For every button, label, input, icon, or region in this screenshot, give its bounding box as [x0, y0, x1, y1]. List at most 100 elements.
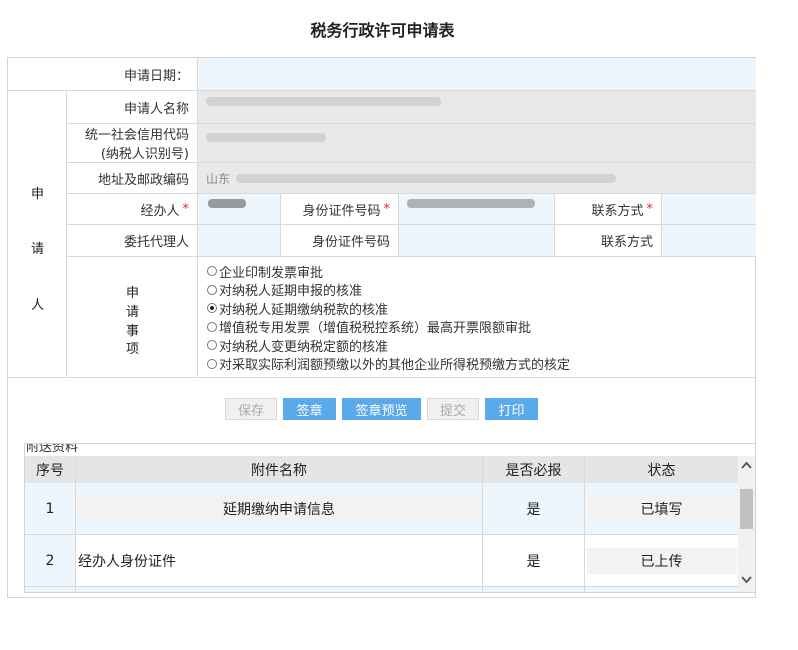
radio-button[interactable]	[207, 284, 217, 295]
radio-button[interactable]	[207, 321, 217, 332]
row-status: 已填写	[586, 495, 737, 522]
radio-option[interactable]: 对采取实际利润额预缴以外的其他企业所得税预缴方式的核定	[207, 355, 756, 374]
attachments-table-header: 序号 附件名称 是否必报 状态	[25, 456, 738, 483]
application-matter-options: 企业印制发票审批 对纳税人延期申报的核准 对纳税人延期缴纳税款的核准 增值税专用…	[198, 257, 756, 378]
radio-option-label: 对纳税人延期缴纳税款的核准	[219, 302, 389, 318]
submit-button[interactable]: 提交	[427, 398, 479, 420]
applicant-name-field[interactable]	[198, 91, 756, 124]
table-row[interactable]	[25, 587, 738, 592]
proxy-label: 委托代理人	[67, 225, 198, 257]
agent-contact-label: 联系方式 *	[555, 194, 662, 225]
table-row[interactable]: 1 延期缴纳申请信息 是 已填写	[25, 483, 738, 535]
radio-option[interactable]: 对纳税人延期申报的核准	[207, 281, 756, 300]
sign-button[interactable]: 签章	[283, 398, 336, 420]
redacted-value	[236, 173, 617, 183]
attachments-scrollbar[interactable]	[738, 456, 755, 592]
header-required: 是否必报	[483, 456, 585, 483]
attachments-title: 附送资料	[26, 443, 79, 455]
chevron-up-icon[interactable]	[738, 456, 755, 473]
radio-button[interactable]	[207, 340, 217, 351]
row-name[interactable]: 延期缴纳申请信息	[77, 495, 481, 522]
radio-button[interactable]	[207, 358, 217, 369]
matter-char-2: 请	[126, 305, 140, 320]
address-prefix: 山东	[206, 171, 231, 186]
radio-option-label: 增值税专用发票（增值税税控系统）最高开票限额审批	[219, 321, 532, 337]
agent-id-label: 身份证件号码 *	[281, 194, 399, 225]
row-required: 是	[483, 535, 585, 586]
table-row[interactable]: 2 经办人身份证件 是 已上传	[25, 535, 738, 587]
application-matter-label: 申 请 事 项	[67, 257, 198, 378]
row-status-cell: 已上传	[585, 535, 738, 586]
required-mark: *	[646, 201, 654, 217]
proxy-id-label-text: 身份证件号码	[311, 235, 390, 250]
applicant-name-label-text: 申请人名称	[123, 101, 189, 117]
header-name: 附件名称	[76, 456, 483, 483]
row-index	[25, 587, 76, 592]
address-label-text: 地址及邮政编码	[97, 172, 189, 188]
radio-option-label: 对纳税人变更纳税定额的核准	[219, 339, 389, 355]
proxy-id-field[interactable]	[399, 225, 555, 257]
save-button[interactable]: 保存	[225, 398, 277, 420]
proxy-field[interactable]	[198, 225, 281, 257]
action-bar: 保存 签章 签章预览 提交 打印	[8, 398, 755, 424]
applicant-char-1: 申	[31, 187, 45, 202]
applicant-name-label: 申请人名称	[67, 91, 198, 124]
redacted-value	[407, 198, 535, 208]
required-mark: *	[182, 201, 190, 217]
credit-code-label-line1: 统一社会信用代码	[84, 128, 189, 143]
chevron-down-icon[interactable]	[738, 571, 755, 588]
address-label: 地址及邮政编码	[67, 163, 198, 194]
proxy-contact-label-text: 联系方式	[600, 235, 653, 250]
row-status-cell: 已填写	[585, 483, 738, 534]
row-name	[76, 587, 483, 592]
agent-id-field[interactable]	[399, 194, 555, 225]
row-name-cell: 延期缴纳申请信息	[76, 483, 483, 534]
required-mark: *	[383, 201, 391, 217]
matter-char-3: 事	[126, 324, 140, 339]
attachments-panel: 附送资料 序号 附件名称 是否必报 状态 1 延期缴纳申请信息 是 已填写 2 …	[24, 443, 756, 593]
application-form: 申请日期： 申 请 人 申请人名称 统一社会信用代码 (纳税人识别号) 地址及邮…	[7, 57, 756, 598]
applicant-char-2: 请	[31, 242, 45, 257]
row-required	[483, 587, 585, 592]
agent-contact-label-text: 联系方式	[591, 203, 644, 219]
matter-char-4: 项	[126, 342, 140, 357]
proxy-label-text: 委托代理人	[123, 235, 189, 250]
applicant-char-3: 人	[31, 298, 45, 313]
radio-option-label: 对纳税人延期申报的核准	[219, 284, 363, 300]
credit-code-field[interactable]	[198, 124, 756, 163]
row-index: 2	[25, 535, 76, 586]
row-status	[585, 587, 738, 592]
print-button[interactable]: 打印	[485, 398, 538, 420]
page-title: 税务行政许可申请表	[310, 21, 455, 40]
scrollbar-thumb[interactable]	[740, 489, 753, 529]
matter-char-1: 申	[126, 286, 140, 301]
redacted-value	[206, 96, 441, 106]
agent-field[interactable]	[198, 194, 281, 225]
credit-code-label-line2: (纳税人识别号)	[100, 147, 189, 162]
proxy-contact-label: 联系方式	[555, 225, 662, 257]
radio-option[interactable]: 对纳税人延期缴纳税款的核准	[207, 299, 756, 318]
apply-date-field[interactable]	[198, 58, 756, 91]
radio-button[interactable]	[207, 303, 217, 314]
apply-date-label: 申请日期：	[8, 58, 198, 91]
agent-label: 经办人 *	[67, 194, 198, 225]
proxy-id-label: 身份证件号码	[281, 225, 399, 257]
credit-code-label: 统一社会信用代码 (纳税人识别号)	[67, 124, 198, 163]
agent-id-label-text: 身份证件号码	[302, 203, 381, 219]
apply-date-label-text: 申请日期：	[123, 68, 189, 84]
radio-option-label: 企业印制发票审批	[219, 265, 324, 281]
radio-option-label: 对采取实际利润额预缴以外的其他企业所得税预缴方式的核定	[219, 358, 571, 374]
radio-option[interactable]: 增值税专用发票（增值税税控系统）最高开票限额审批	[207, 318, 756, 337]
radio-option[interactable]: 对纳税人变更纳税定额的核准	[207, 336, 756, 355]
agent-contact-field[interactable]	[662, 194, 756, 225]
proxy-contact-field[interactable]	[662, 225, 756, 257]
row-status: 已上传	[586, 547, 737, 574]
redacted-value	[206, 132, 326, 142]
header-status: 状态	[647, 462, 676, 479]
radio-button[interactable]	[207, 266, 217, 277]
address-field[interactable]: 山东	[198, 163, 756, 194]
row-name[interactable]: 经办人身份证件	[76, 535, 483, 586]
radio-option[interactable]: 企业印制发票审批	[207, 262, 756, 281]
row-required: 是	[483, 483, 585, 534]
sign-preview-button[interactable]: 签章预览	[342, 398, 421, 420]
